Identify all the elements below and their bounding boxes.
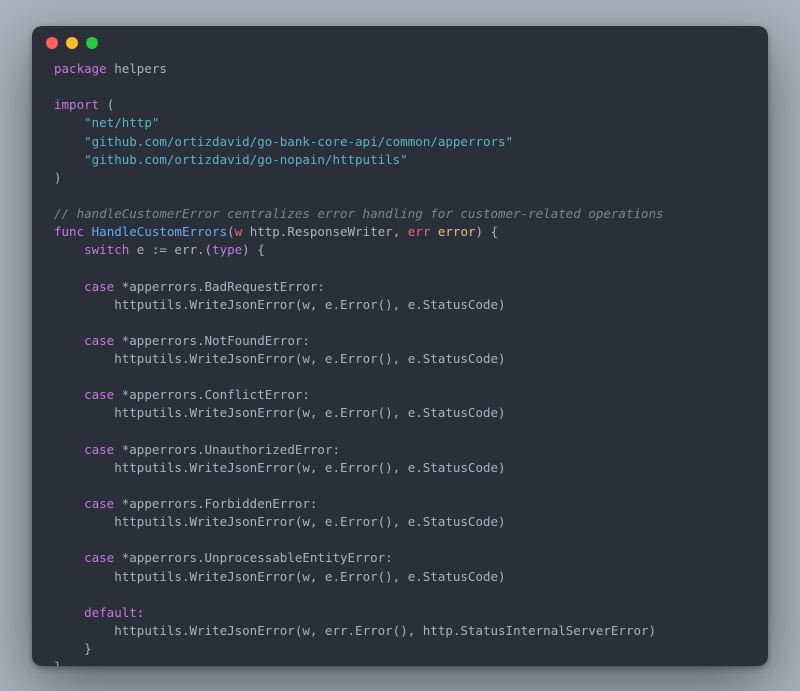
case-type-3: *apperrors.UnauthorizedError xyxy=(122,442,333,457)
import-2: "github.com/ortizdavid/go-nopain/httputi… xyxy=(84,152,408,167)
kw-case-2: case xyxy=(84,387,114,402)
func-end: } xyxy=(54,659,62,666)
import-0: "net/http" xyxy=(84,115,159,130)
switch-close: ) { xyxy=(242,242,265,257)
case-colon-5: : xyxy=(385,550,393,565)
param-err: err xyxy=(408,224,431,239)
code-window: package helpers import ( "net/http" "git… xyxy=(32,26,768,666)
kw-type: type xyxy=(212,242,242,257)
case-colon-4: : xyxy=(310,496,318,511)
case-type-0: *apperrors.BadRequestError xyxy=(122,279,318,294)
default-colon: : xyxy=(137,605,145,620)
kw-case-5: case xyxy=(84,550,114,565)
case-call-4: httputils.WriteJsonError(w, e.Error(), e… xyxy=(114,514,505,529)
window-titlebar xyxy=(32,26,768,60)
kw-case-1: case xyxy=(84,333,114,348)
case-call-0: httputils.WriteJsonError(w, e.Error(), e… xyxy=(114,297,505,312)
paren-open: ( xyxy=(107,97,115,112)
zoom-icon[interactable] xyxy=(86,37,98,49)
func-name: HandleCustomErrors xyxy=(92,224,227,239)
kw-package: package xyxy=(54,61,107,76)
pkg-name: helpers xyxy=(114,61,167,76)
case-type-1: *apperrors.NotFoundError xyxy=(122,333,303,348)
param-w-type: http.ResponseWriter xyxy=(250,224,393,239)
kw-case-3: case xyxy=(84,442,114,457)
sig-open: ( xyxy=(227,224,235,239)
case-call-3: httputils.WriteJsonError(w, e.Error(), e… xyxy=(114,460,505,475)
case-colon-0: : xyxy=(317,279,325,294)
switch-end: } xyxy=(84,641,92,656)
import-1: "github.com/ortizdavid/go-bank-core-api/… xyxy=(84,134,513,149)
case-call-2: httputils.WriteJsonError(w, e.Error(), e… xyxy=(114,405,505,420)
default-call: httputils.WriteJsonError(w, err.Error(),… xyxy=(114,623,656,638)
param-err-type: error xyxy=(438,224,476,239)
code-editor: package helpers import ( "net/http" "git… xyxy=(32,60,768,666)
case-colon-1: : xyxy=(302,333,310,348)
kw-switch: switch xyxy=(84,242,129,257)
case-type-5: *apperrors.UnprocessableEntityError xyxy=(122,550,385,565)
param-w: w xyxy=(235,224,243,239)
case-colon-3: : xyxy=(332,442,340,457)
comment-line: // handleCustomerError centralizes error… xyxy=(54,206,664,221)
kw-case-4: case xyxy=(84,496,114,511)
kw-import: import xyxy=(54,97,99,112)
case-colon-2: : xyxy=(302,387,310,402)
kw-case-0: case xyxy=(84,279,114,294)
case-type-4: *apperrors.ForbiddenError xyxy=(122,496,310,511)
sig-close: ) { xyxy=(476,224,499,239)
switch-expr: e := err.( xyxy=(137,242,212,257)
close-icon[interactable] xyxy=(46,37,58,49)
case-call-5: httputils.WriteJsonError(w, e.Error(), e… xyxy=(114,569,505,584)
case-call-1: httputils.WriteJsonError(w, e.Error(), e… xyxy=(114,351,505,366)
kw-func: func xyxy=(54,224,84,239)
minimize-icon[interactable] xyxy=(66,37,78,49)
kw-default: default xyxy=(84,605,137,620)
paren-close: ) xyxy=(54,170,62,185)
sig-comma: , xyxy=(393,224,408,239)
case-type-2: *apperrors.ConflictError xyxy=(122,387,303,402)
